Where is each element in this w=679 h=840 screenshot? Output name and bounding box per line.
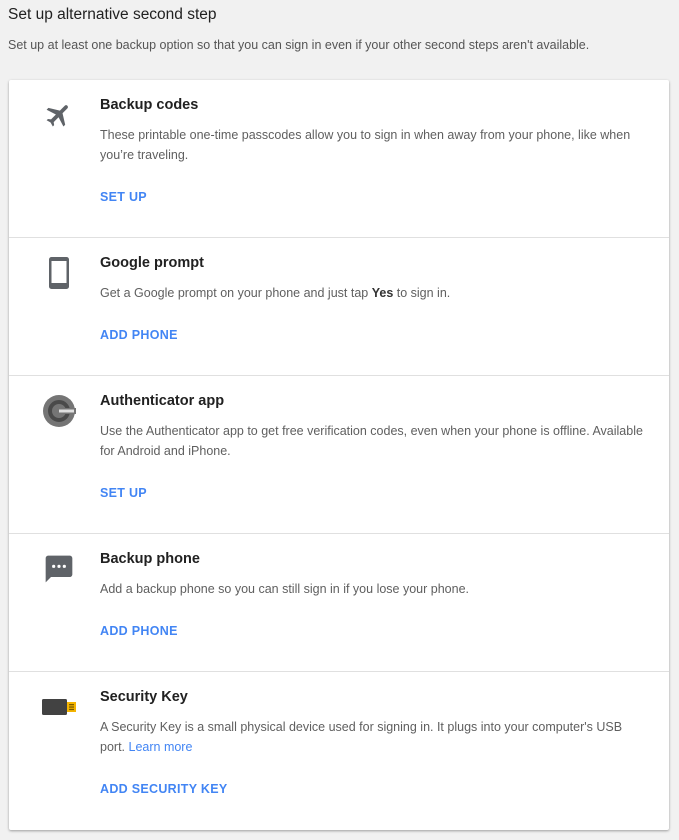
options-card: Backup codes These printable one-time pa… — [9, 80, 669, 830]
usb-key-icon — [39, 690, 79, 724]
option-security-key: Security Key A Security Key is a small p… — [9, 671, 669, 831]
set-up-authenticator-button[interactable]: SET UP — [100, 486, 147, 500]
option-description: Add a backup phone so you can still sign… — [100, 582, 469, 596]
option-authenticator-app: Authenticator app Use the Authenticator … — [9, 375, 669, 533]
option-backup-phone: Backup phone Add a backup phone so you c… — [9, 533, 669, 671]
option-google-prompt: Google prompt Get a Google prompt on you… — [9, 237, 669, 375]
option-description: Get a Google prompt on your phone and ju… — [100, 286, 451, 300]
option-title: Backup phone — [100, 551, 200, 567]
message-icon — [39, 552, 79, 586]
airplane-icon — [39, 98, 79, 132]
add-security-key-button[interactable]: ADD SECURITY KEY — [100, 782, 228, 796]
phone-icon — [39, 256, 79, 290]
page-title: Set up alternative second step — [8, 6, 217, 23]
option-title: Backup codes — [100, 97, 199, 113]
option-description: A Security Key is a small physical devic… — [100, 720, 623, 754]
option-description: These printable one-time passcodes allow… — [100, 128, 631, 162]
option-backup-codes: Backup codes These printable one-time pa… — [9, 80, 669, 237]
option-title: Google prompt — [100, 255, 204, 271]
add-phone-prompt-button[interactable]: ADD PHONE — [100, 328, 178, 342]
option-title: Security Key — [100, 689, 188, 705]
page-subtitle: Set up at least one backup option so tha… — [8, 38, 590, 52]
learn-more-link[interactable]: Learn more — [129, 740, 193, 754]
set-up-backup-codes-button[interactable]: SET UP — [100, 190, 147, 204]
add-backup-phone-button[interactable]: ADD PHONE — [100, 624, 178, 638]
emphasis-yes: Yes — [371, 286, 394, 300]
option-title: Authenticator app — [100, 393, 225, 409]
authenticator-icon — [39, 394, 79, 428]
option-description: Use the Authenticator app to get free ve… — [100, 424, 643, 458]
